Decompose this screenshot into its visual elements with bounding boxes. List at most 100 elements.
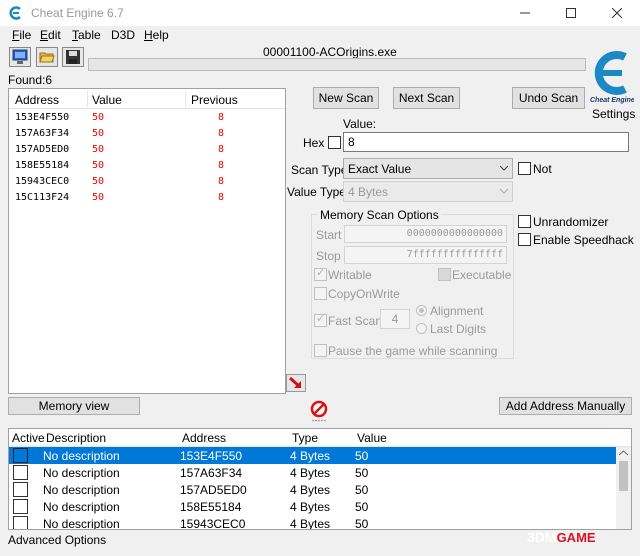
menu-file[interactable]: File: [12, 28, 31, 42]
chevron-down-icon: [500, 188, 508, 194]
menu-help[interactable]: Help: [144, 28, 169, 42]
window-title: Cheat Engine 6.7: [31, 6, 124, 20]
active-checkbox[interactable]: [13, 482, 28, 497]
result-row[interactable]: 158E55184 50 8: [9, 158, 285, 174]
cheat-engine-app-icon: [9, 6, 21, 20]
close-icon: [612, 8, 622, 18]
unrandomizer-checkbox[interactable]: [518, 215, 531, 228]
fast-scan-alignment-input[interactable]: 4: [380, 309, 410, 329]
cheat-engine-window: Cheat Engine 6.7 File Edit Table D3D Hel…: [0, 0, 640, 556]
writable-label: Writable: [328, 268, 372, 282]
scrollbar-thumb[interactable]: [619, 461, 628, 491]
clear-list-button[interactable]: [310, 400, 330, 418]
chevron-down-icon: [500, 165, 508, 171]
add-address-manually-button[interactable]: Add Address Manually: [499, 397, 632, 415]
active-checkbox[interactable]: [13, 465, 28, 480]
no-entry-icon: [310, 400, 328, 418]
result-row[interactable]: 157AD5ED0 50 8: [9, 142, 285, 158]
memory-view-button[interactable]: Memory view: [8, 397, 140, 415]
active-checkbox[interactable]: [13, 448, 28, 463]
select-process-button[interactable]: [9, 47, 31, 67]
col-type[interactable]: Type: [292, 431, 318, 445]
address-table[interactable]: Active Description Address Type Value No…: [8, 428, 632, 530]
table-row[interactable]: No description 153E4F550 4 Bytes 50: [9, 447, 617, 464]
next-scan-button[interactable]: Next Scan: [393, 87, 460, 109]
result-row[interactable]: 153E4F550 50 8: [9, 110, 285, 126]
save-file-button[interactable]: [62, 47, 84, 67]
copyonwrite-label: CopyOnWrite: [328, 287, 400, 301]
minimize-button[interactable]: [502, 0, 548, 26]
results-col-value[interactable]: Value: [92, 93, 122, 107]
hex-label: Hex: [303, 136, 325, 150]
start-label: Start: [316, 228, 342, 242]
stop-label: Stop: [316, 249, 341, 263]
menu-table[interactable]: Table: [72, 28, 101, 42]
scan-value-input[interactable]: 8: [343, 132, 629, 152]
close-button[interactable]: [594, 0, 640, 26]
speedhack-label: Enable Speedhack: [533, 233, 634, 247]
arrow-down-right-icon: [289, 376, 301, 388]
cheat-engine-logo[interactable]: Cheat Engine: [588, 44, 634, 104]
scan-type-value: Exact Value: [348, 162, 412, 176]
address-table-scrollbar[interactable]: [616, 447, 631, 529]
menu-d3d[interactable]: D3D: [111, 28, 135, 42]
speedhack-checkbox[interactable]: [518, 233, 531, 246]
start-address-input[interactable]: 0000000000000000: [344, 225, 507, 243]
table-row[interactable]: No description 15943CEC0 4 Bytes 50: [9, 515, 617, 529]
not-checkbox[interactable]: [518, 162, 531, 175]
results-col-address[interactable]: Address: [15, 93, 59, 107]
new-scan-button[interactable]: New Scan: [313, 87, 379, 109]
executable-checkbox[interactable]: [438, 268, 451, 281]
result-row[interactable]: 157A63F34 50 8: [9, 126, 285, 142]
executable-label: Executable: [452, 268, 512, 282]
result-row[interactable]: 15943CEC0 50 8: [9, 174, 285, 190]
results-col-previous[interactable]: Previous: [191, 93, 238, 107]
alignment-radio[interactable]: [416, 305, 427, 316]
scan-type-label: Scan Type: [291, 163, 348, 177]
last-digits-label: Last Digits: [430, 322, 487, 336]
splitter-grip[interactable]: [311, 419, 327, 422]
maximize-button[interactable]: [548, 0, 594, 26]
unrandomizer-label: Unrandomizer: [533, 215, 609, 229]
last-digits-radio[interactable]: [416, 323, 427, 334]
fast-scan-checkbox[interactable]: [314, 312, 327, 327]
maximize-icon: [566, 8, 576, 18]
add-to-list-button[interactable]: [286, 374, 306, 392]
svg-text:Cheat Engine: Cheat Engine: [590, 97, 634, 104]
col-description[interactable]: Description: [46, 431, 106, 445]
computer-icon: [12, 49, 28, 64]
active-checkbox[interactable]: [13, 516, 28, 529]
not-label: Not: [533, 162, 552, 176]
scan-progress-bar: [88, 58, 586, 71]
col-address[interactable]: Address: [182, 431, 226, 445]
value-label: Value:: [343, 117, 377, 131]
open-folder-icon: [39, 52, 55, 63]
active-checkbox[interactable]: [13, 499, 28, 514]
scan-results-list[interactable]: Address Value Previous 153E4F550 50 8 157A…: [8, 88, 286, 394]
col-active[interactable]: Active: [12, 431, 45, 445]
process-title: 00001100-ACOrigins.exe: [263, 45, 397, 59]
copyonwrite-checkbox[interactable]: [314, 287, 327, 300]
col-value[interactable]: Value: [357, 431, 387, 445]
menu-edit[interactable]: Edit: [40, 28, 61, 42]
value-type-label: Value Type: [287, 185, 346, 199]
stop-address-input[interactable]: 7fffffffffffffff: [344, 246, 507, 264]
open-file-button[interactable]: [36, 47, 58, 67]
watermark: 3DMGAME: [527, 529, 596, 545]
settings-label[interactable]: Settings: [592, 107, 635, 121]
scan-type-select[interactable]: Exact Value: [343, 158, 513, 179]
advanced-options-link[interactable]: Advanced Options: [8, 533, 106, 547]
value-type-select[interactable]: 4 Bytes: [343, 181, 513, 202]
menu-bar: File Edit Table D3D Help: [0, 26, 640, 44]
writable-checkbox[interactable]: [314, 266, 327, 281]
table-row[interactable]: No description 157A63F34 4 Bytes 50: [9, 464, 617, 481]
hex-checkbox[interactable]: [328, 136, 341, 149]
table-row[interactable]: No description 157AD5ED0 4 Bytes 50: [9, 481, 617, 498]
pause-game-checkbox[interactable]: [314, 344, 327, 357]
undo-scan-button[interactable]: Undo Scan: [512, 87, 585, 109]
title-bar: Cheat Engine 6.7: [0, 0, 640, 26]
result-row[interactable]: 15C113F24 50 8: [9, 190, 285, 206]
value-type-value: 4 Bytes: [348, 185, 389, 199]
scroll-up-icon[interactable]: [619, 450, 628, 456]
table-row[interactable]: No description 158E55184 4 Bytes 50: [9, 498, 617, 515]
